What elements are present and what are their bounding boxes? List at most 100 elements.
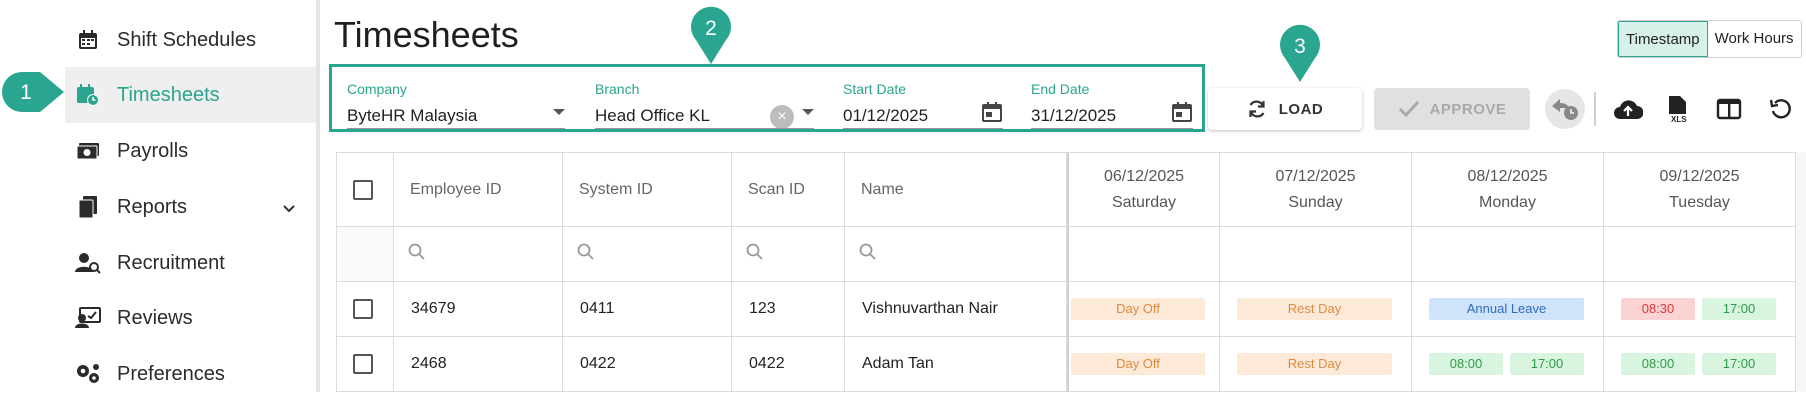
load-button[interactable]: LOAD	[1208, 88, 1362, 130]
svg-text:1: 1	[20, 81, 32, 104]
sidebar-item-label: Reviews	[117, 306, 193, 329]
calendar-icon	[75, 27, 101, 53]
sidebar-item-label: Payrolls	[117, 139, 189, 162]
sidebar-item-label: Preferences	[117, 362, 225, 385]
cell-scan-id: 0422	[732, 337, 845, 392]
col-day-4[interactable]: 09/12/2025 Tuesday	[1604, 153, 1796, 227]
sidebar-item-recruitment[interactable]: Recruitment	[65, 235, 316, 291]
chevron-down-icon[interactable]	[282, 197, 296, 220]
calendar-icon[interactable]	[981, 101, 1003, 128]
branch-label: Branch	[595, 81, 640, 97]
table-scrollbar[interactable]	[1796, 152, 1806, 392]
sidebar-item-label: Timesheets	[117, 83, 220, 106]
status-badge[interactable]: Rest Day	[1237, 353, 1392, 375]
search-icon	[746, 243, 764, 266]
end-date-field[interactable]: End Date 31/12/2025	[1031, 67, 1193, 129]
clear-icon[interactable]: ×	[770, 105, 794, 129]
col-employee-id[interactable]: Employee ID	[394, 153, 563, 227]
gears-icon	[75, 361, 101, 387]
time-in-badge[interactable]: 08:00	[1621, 353, 1695, 375]
dropdown-arrow-icon[interactable]	[802, 109, 814, 115]
start-date-label: Start Date	[843, 81, 907, 97]
columns-icon[interactable]	[1711, 91, 1747, 127]
check-icon	[1398, 100, 1420, 118]
review-icon	[75, 305, 101, 331]
table-row	[337, 337, 394, 392]
filter-system-id[interactable]	[563, 227, 732, 282]
sidebar-item-label: Reports	[117, 195, 188, 218]
cell-system-id: 0411	[563, 282, 732, 337]
select-all-cell	[337, 153, 394, 227]
svg-text:XLS: XLS	[1671, 115, 1687, 123]
sidebar-item-preferences[interactable]: Preferences	[65, 346, 316, 402]
end-date-value: 31/12/2025	[1031, 106, 1117, 125]
sidebar: Shift Schedules Timesheets Payrolls Repo…	[0, 0, 320, 392]
revert-history-icon	[1547, 91, 1583, 127]
sidebar-item-shift-schedules[interactable]: Shift Schedules	[65, 12, 316, 68]
col-day-1[interactable]: 06/12/2025 Saturday	[1067, 153, 1220, 227]
col-day-2[interactable]: 07/12/2025 Sunday	[1220, 153, 1412, 227]
person-search-icon	[75, 250, 101, 276]
approve-button[interactable]: APPROVE	[1374, 88, 1530, 130]
page-title: Timesheets	[334, 14, 519, 55]
col-day-3[interactable]: 08/12/2025 Monday	[1412, 153, 1604, 227]
search-icon	[859, 243, 877, 266]
filter-scan-id[interactable]	[732, 227, 845, 282]
cloud-upload-icon[interactable]	[1610, 91, 1646, 127]
company-label: Company	[347, 81, 407, 97]
sidebar-item-payrolls[interactable]: Payrolls	[65, 123, 316, 179]
svg-text:3: 3	[1294, 35, 1306, 58]
cell-employee-id: 34679	[394, 282, 563, 337]
table-row	[337, 282, 394, 337]
select-all-checkbox[interactable]	[353, 179, 373, 200]
calendar-clock-icon	[75, 82, 101, 108]
cell-system-id: 0422	[563, 337, 732, 392]
status-badge[interactable]: Day Off	[1071, 353, 1205, 375]
view-toggle: Timestamp Work Hours	[1617, 20, 1802, 58]
excel-export-icon[interactable]: XLS	[1661, 91, 1697, 127]
status-badge[interactable]: Rest Day	[1237, 298, 1392, 320]
callout-2: 2	[691, 6, 731, 64]
row-checkbox[interactable]	[353, 354, 373, 374]
documents-icon	[75, 194, 101, 220]
refresh-icon	[1247, 99, 1267, 119]
filter-employee-id[interactable]	[394, 227, 563, 282]
branch-value: Head Office KL	[595, 106, 710, 125]
timesheet-table: Employee ID System ID Scan ID Name 06/12…	[336, 152, 1806, 392]
filter-name[interactable]	[845, 227, 1067, 282]
status-badge[interactable]: Day Off	[1071, 298, 1205, 320]
time-out-badge[interactable]: 17:00	[1702, 353, 1776, 375]
col-name[interactable]: Name	[845, 153, 1067, 227]
search-icon	[408, 243, 426, 266]
search-icon	[577, 243, 595, 266]
cell-name: Vishnuvarthan Nair	[845, 282, 1067, 337]
time-out-badge[interactable]: 17:00	[1702, 298, 1776, 320]
sidebar-item-reviews[interactable]: Reviews	[65, 290, 316, 346]
sidebar-item-timesheets[interactable]: Timesheets	[65, 67, 316, 123]
col-scan-id[interactable]: Scan ID	[732, 153, 845, 227]
reset-icon[interactable]	[1763, 91, 1799, 127]
filter-panel: Company ByteHR Malaysia Branch Head Offi…	[329, 64, 1205, 132]
company-value: ByteHR Malaysia	[347, 106, 478, 125]
toggle-work-hours[interactable]: Work Hours	[1707, 21, 1801, 57]
company-select[interactable]: Company ByteHR Malaysia	[347, 67, 565, 129]
row-checkbox[interactable]	[353, 299, 373, 319]
col-system-id[interactable]: System ID	[563, 153, 732, 227]
cell-name: Adam Tan	[845, 337, 1067, 392]
sidebar-item-reports[interactable]: Reports	[65, 179, 316, 235]
cell-scan-id: 123	[732, 282, 845, 337]
start-date-value: 01/12/2025	[843, 106, 929, 125]
time-out-badge[interactable]: 17:00	[1510, 353, 1584, 375]
cell-employee-id: 2468	[394, 337, 563, 392]
toggle-timestamp[interactable]: Timestamp	[1618, 21, 1708, 57]
branch-select[interactable]: Branch Head Office KL ×	[595, 67, 814, 129]
status-badge[interactable]: Annual Leave	[1429, 298, 1584, 320]
end-date-label: End Date	[1031, 81, 1090, 97]
start-date-field[interactable]: Start Date 01/12/2025	[843, 67, 1003, 129]
time-in-badge[interactable]: 08:00	[1429, 353, 1503, 375]
dropdown-arrow-icon[interactable]	[553, 109, 565, 115]
svg-text:2: 2	[705, 17, 717, 40]
time-in-badge[interactable]: 08:30	[1621, 298, 1695, 320]
callout-3: 3	[1280, 24, 1320, 82]
calendar-icon[interactable]	[1171, 101, 1193, 128]
